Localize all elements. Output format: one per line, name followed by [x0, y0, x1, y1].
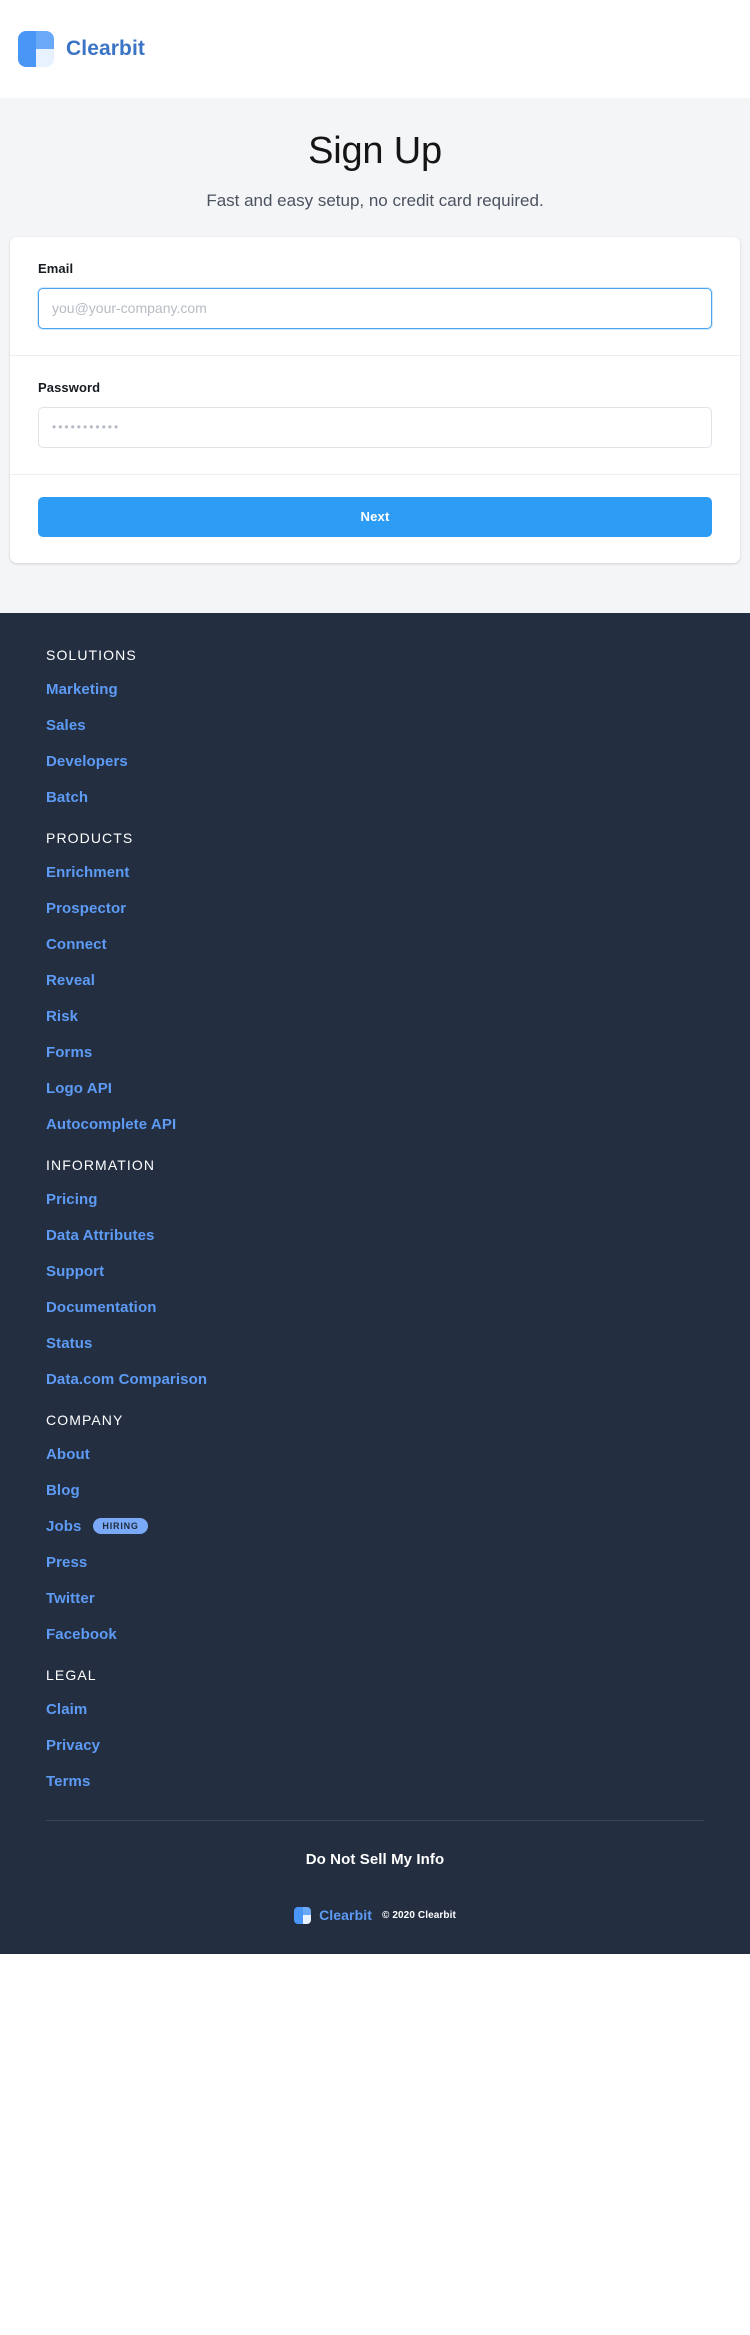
- email-field-block: Email: [10, 237, 740, 356]
- footer-link-row: Prospector: [46, 900, 704, 917]
- hiring-badge: HIRING: [93, 1518, 148, 1535]
- footer-link[interactable]: Data.com Comparison: [46, 1371, 207, 1388]
- footer-link-row: Data.com Comparison: [46, 1371, 704, 1388]
- page-subtitle: Fast and easy setup, no credit card requ…: [206, 190, 544, 210]
- footer-brand: Clearbit © 2020 Clearbit: [0, 1906, 750, 1924]
- footer-link[interactable]: Prospector: [46, 900, 126, 917]
- footer-link-row: Enrichment: [46, 864, 704, 881]
- footer-link-row: Connect: [46, 936, 704, 953]
- footer-link-row: About: [46, 1446, 704, 1463]
- footer-link[interactable]: Pricing: [46, 1191, 98, 1208]
- footer-group-heading: SOLUTIONS: [46, 646, 137, 663]
- footer-group-heading: LEGAL: [46, 1666, 97, 1683]
- footer-link[interactable]: About: [46, 1446, 90, 1463]
- footer-link[interactable]: Status: [46, 1335, 92, 1352]
- next-button[interactable]: Next: [38, 496, 712, 537]
- footer-link[interactable]: Facebook: [46, 1626, 117, 1643]
- footer-link-row: Marketing: [46, 681, 704, 698]
- signup-form: Email Password Next: [10, 236, 740, 563]
- footer-link-row: Press: [46, 1554, 704, 1571]
- footer-link-row: Jobs HIRING: [46, 1518, 704, 1535]
- site-header: Clearbit: [0, 0, 750, 98]
- footer-link[interactable]: Claim: [46, 1701, 87, 1718]
- footer-link[interactable]: Twitter: [46, 1590, 95, 1607]
- footer-link-row: Data Attributes: [46, 1227, 704, 1244]
- password-field-block: Password: [10, 356, 740, 475]
- footer-link-row: Batch: [46, 789, 704, 806]
- brand-logo-link[interactable]: Clearbit: [18, 31, 145, 67]
- footer-link-row: Privacy: [46, 1737, 704, 1754]
- email-input[interactable]: [38, 287, 712, 329]
- clearbit-logo-icon: [18, 31, 54, 67]
- footer-link[interactable]: Logo API: [46, 1080, 112, 1097]
- footer-group: SOLUTIONS Marketing Sales Developers Batch: [46, 647, 704, 806]
- footer-link-row: Logo API: [46, 1080, 704, 1097]
- footer-link-row: Terms: [46, 1773, 704, 1790]
- footer-group-heading: COMPANY: [46, 1411, 124, 1428]
- footer-link[interactable]: Data Attributes: [46, 1227, 154, 1244]
- do-not-sell-link[interactable]: Do Not Sell My Info: [306, 1851, 445, 1868]
- footer-link-row: Support: [46, 1263, 704, 1280]
- footer-link[interactable]: Developers: [46, 753, 128, 770]
- footer-link-row: Sales: [46, 717, 704, 734]
- footer-link-row: Pricing: [46, 1191, 704, 1208]
- footer-link[interactable]: Batch: [46, 789, 88, 806]
- copyright-text: © 2020 Clearbit: [382, 1909, 456, 1921]
- footer-link-row: Claim: [46, 1701, 704, 1718]
- footer-link-row: Blog: [46, 1482, 704, 1499]
- form-actions: Next: [10, 475, 740, 563]
- footer-bottom: Do Not Sell My Info Clearbit © 2020 Clea…: [0, 1821, 750, 1924]
- brand-name: Clearbit: [66, 37, 145, 60]
- footer-link-row: Status: [46, 1335, 704, 1352]
- footer-group-heading: INFORMATION: [46, 1156, 156, 1173]
- footer-link[interactable]: Sales: [46, 717, 86, 734]
- footer-link[interactable]: Press: [46, 1554, 87, 1571]
- footer-link-row: Documentation: [46, 1299, 704, 1316]
- footer-link[interactable]: Enrichment: [46, 864, 130, 881]
- hero-section: Sign Up Fast and easy setup, no credit c…: [0, 98, 750, 237]
- signup-form-section: Email Password Next: [0, 236, 750, 613]
- site-footer: SOLUTIONS Marketing Sales Developers Batch PR…: [0, 612, 750, 1954]
- footer-link[interactable]: Jobs: [46, 1518, 81, 1535]
- footer-link-row: Twitter: [46, 1590, 704, 1607]
- footer-link[interactable]: Blog: [46, 1482, 80, 1499]
- footer-link-columns: SOLUTIONS Marketing Sales Developers Batch PR…: [0, 647, 750, 1790]
- footer-link-row: Facebook: [46, 1626, 704, 1643]
- footer-link[interactable]: Connect: [46, 936, 107, 953]
- footer-link[interactable]: Support: [46, 1263, 104, 1280]
- footer-link[interactable]: Autocomplete API: [46, 1116, 176, 1133]
- footer-group: PRODUCTS Enrichment Prospector Connect Revea…: [46, 830, 704, 1133]
- password-input[interactable]: [38, 406, 712, 448]
- footer-link-row: Forms: [46, 1044, 704, 1061]
- footer-group-heading: PRODUCTS: [46, 829, 134, 846]
- clearbit-logo-icon: [294, 1906, 312, 1924]
- footer-link[interactable]: Documentation: [46, 1299, 156, 1316]
- footer-link[interactable]: Marketing: [46, 681, 118, 698]
- email-label: Email: [38, 260, 74, 276]
- footer-group: LEGAL Claim Privacy Terms: [46, 1667, 704, 1790]
- footer-link-row: Risk: [46, 1008, 704, 1025]
- footer-brand-name: Clearbit: [319, 1907, 373, 1924]
- footer-link[interactable]: Reveal: [46, 972, 95, 989]
- footer-group: COMPANY About Blog Jobs HIRING Press Twitter Fa…: [46, 1412, 704, 1643]
- footer-link[interactable]: Forms: [46, 1044, 92, 1061]
- footer-link[interactable]: Terms: [46, 1773, 90, 1790]
- footer-group: INFORMATION Pricing Data Attributes Support…: [46, 1157, 704, 1388]
- footer-link[interactable]: Risk: [46, 1008, 78, 1025]
- footer-link-row: Autocomplete API: [46, 1116, 704, 1133]
- footer-link-row: Reveal: [46, 972, 704, 989]
- password-label: Password: [38, 379, 101, 395]
- signup-page: Clearbit Sign Up Fast and easy setup, no…: [0, 0, 750, 2335]
- footer-link[interactable]: Privacy: [46, 1737, 100, 1754]
- page-title: Sign Up: [308, 130, 442, 172]
- footer-link-row: Developers: [46, 753, 704, 770]
